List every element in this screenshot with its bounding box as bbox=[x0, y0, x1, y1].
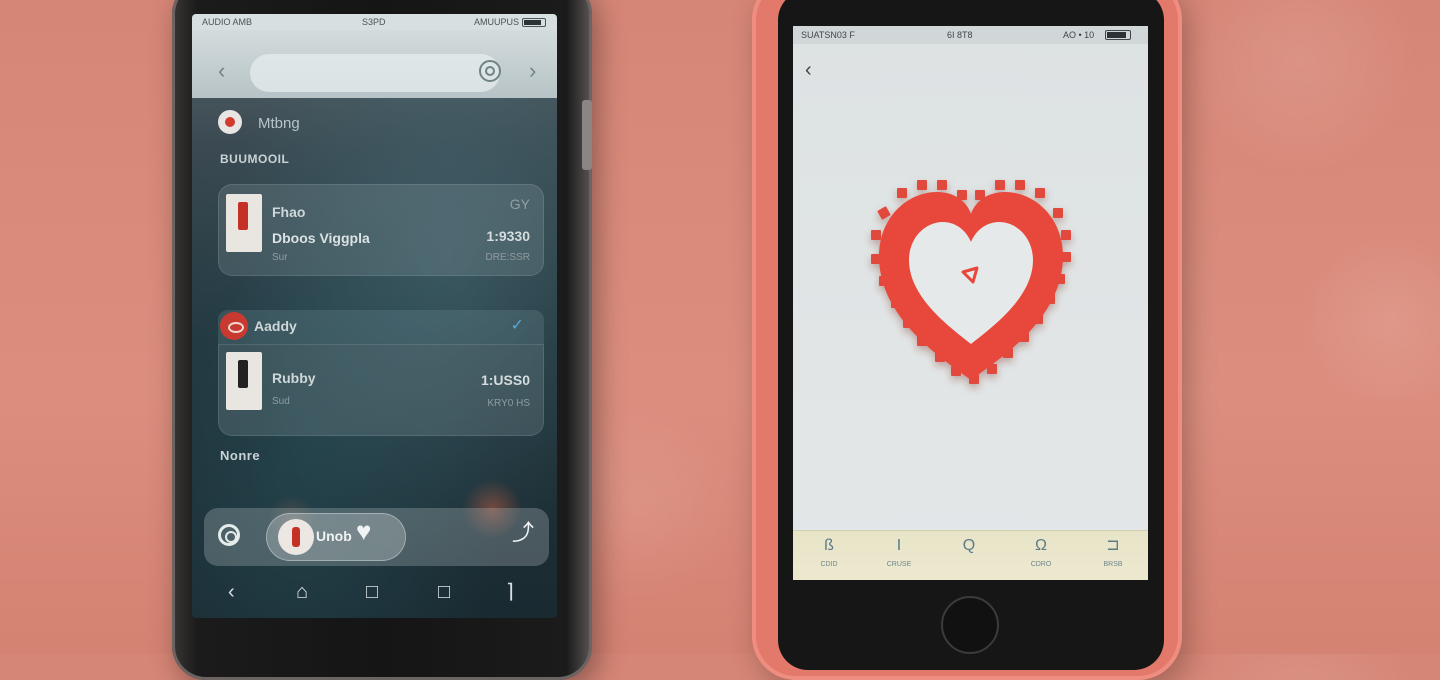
bottom-tab-bar: ß CDID I CRUSE Q Ω CDRO ⊐ BRSB bbox=[793, 530, 1148, 580]
card-price: 1:USS0 bbox=[480, 372, 530, 388]
figure-icon bbox=[238, 360, 248, 388]
item-thumbnail bbox=[226, 194, 262, 252]
tab-label: CDRO bbox=[1030, 561, 1052, 568]
status-left: AUDIO AMB bbox=[202, 17, 253, 27]
forward-chevron-icon[interactable]: › bbox=[529, 60, 536, 82]
tab-item[interactable]: ⊐ BRSB bbox=[1083, 537, 1143, 568]
highlighted-row[interactable]: Aaddy ✓ bbox=[218, 310, 544, 344]
section-header: BUUMOOIL bbox=[220, 152, 290, 166]
back-chevron-icon[interactable]: ‹ bbox=[805, 60, 812, 80]
section-header: Nonre bbox=[220, 448, 261, 463]
highlighted-row-label: Aaddy bbox=[254, 318, 297, 334]
battery-icon bbox=[522, 18, 546, 27]
tab-label: BRSB bbox=[1103, 561, 1123, 568]
bracket-icon[interactable]: ⌉ bbox=[506, 582, 514, 602]
item-thumbnail bbox=[226, 352, 262, 410]
app-logo-icon bbox=[218, 110, 242, 134]
card-meta: Sud bbox=[272, 396, 290, 407]
tab-label: CRUSE bbox=[886, 561, 912, 568]
battery-icon bbox=[1105, 30, 1131, 40]
card-small-text: KRY0 HS bbox=[487, 398, 530, 409]
tab-icon: Ω bbox=[1035, 537, 1047, 554]
card-icon[interactable]: GY bbox=[510, 196, 530, 212]
heart-gear-icon bbox=[871, 180, 1071, 384]
search-field[interactable] bbox=[250, 54, 500, 92]
check-icon[interactable]: ✓ bbox=[511, 315, 524, 335]
tab-icon: ß bbox=[824, 537, 834, 554]
share-icon[interactable]: ⤴ bbox=[512, 522, 534, 544]
card-subtitle: Dboos Viggpla bbox=[272, 230, 370, 246]
back-icon[interactable]: ‹ bbox=[228, 582, 235, 602]
status-right: AO • 10 bbox=[1063, 30, 1095, 40]
status-left: SUATSN03 F bbox=[801, 30, 855, 40]
tab-icon: Q bbox=[962, 537, 976, 554]
home-button[interactable] bbox=[941, 596, 999, 654]
avatar bbox=[278, 519, 314, 555]
tab-item[interactable]: ß CDID bbox=[799, 537, 859, 568]
status-bar: SUATSN03 F 6I 8T8 AO • 10 bbox=[793, 26, 1148, 44]
card-small-text: DRE:SSR bbox=[485, 252, 530, 263]
top-nav-bar: ‹ › bbox=[192, 30, 557, 98]
bottom-dock: Unob ♥ ⤴ bbox=[204, 508, 549, 566]
square-icon[interactable]: □ bbox=[366, 582, 378, 602]
left-phone-screen: AUDIO AMB S3PD AMUUPUS ‹ › Mtbng BUUMOOI… bbox=[192, 14, 557, 618]
status-time: S3PD bbox=[362, 17, 386, 27]
card-meta: Sur bbox=[272, 252, 288, 263]
tab-item[interactable]: Q bbox=[939, 537, 999, 561]
eye-icon bbox=[220, 312, 248, 340]
account-label: Mtbng bbox=[258, 115, 300, 132]
tab-item[interactable]: Ω CDRO bbox=[1011, 537, 1071, 568]
spiral-icon[interactable] bbox=[479, 60, 501, 82]
tab-icon: I bbox=[896, 537, 902, 554]
tab-label: CDID bbox=[820, 561, 838, 568]
list-card[interactable]: Rubby Sud 1:USS0 KRY0 HS bbox=[218, 344, 544, 436]
tab-icon: ⊐ bbox=[1106, 537, 1120, 554]
heart-illustration bbox=[851, 168, 1091, 398]
profile-pill-label: Unob bbox=[316, 528, 352, 544]
status-bar: AUDIO AMB S3PD AMUUPUS bbox=[192, 14, 557, 30]
system-nav-bar: ‹ ⌂ □ □ ⌉ bbox=[192, 570, 557, 618]
list-card[interactable]: Fhao Dboos Viggpla Sur GY 1:9330 DRE:SSR bbox=[218, 184, 544, 276]
card-title: Rubby bbox=[272, 370, 316, 386]
right-phone-screen: SUATSN03 F 6I 8T8 AO • 10 ‹ ß CDID I CRU… bbox=[793, 26, 1148, 580]
square-icon[interactable]: □ bbox=[438, 582, 450, 602]
spiral-settings-icon[interactable] bbox=[218, 524, 240, 546]
heart-icon[interactable]: ♥ bbox=[356, 518, 371, 544]
profile-pill[interactable]: Unob bbox=[266, 513, 406, 561]
status-time: 6I 8T8 bbox=[947, 30, 973, 40]
card-price: 1:9330 bbox=[486, 228, 530, 244]
side-button bbox=[582, 100, 592, 170]
home-icon[interactable]: ⌂ bbox=[296, 582, 308, 602]
tab-item[interactable]: I CRUSE bbox=[869, 537, 929, 568]
card-title: Fhao bbox=[272, 204, 306, 220]
status-right: AMUUPUS bbox=[474, 17, 520, 27]
figure-icon bbox=[238, 202, 248, 230]
back-chevron-icon[interactable]: ‹ bbox=[218, 60, 225, 82]
